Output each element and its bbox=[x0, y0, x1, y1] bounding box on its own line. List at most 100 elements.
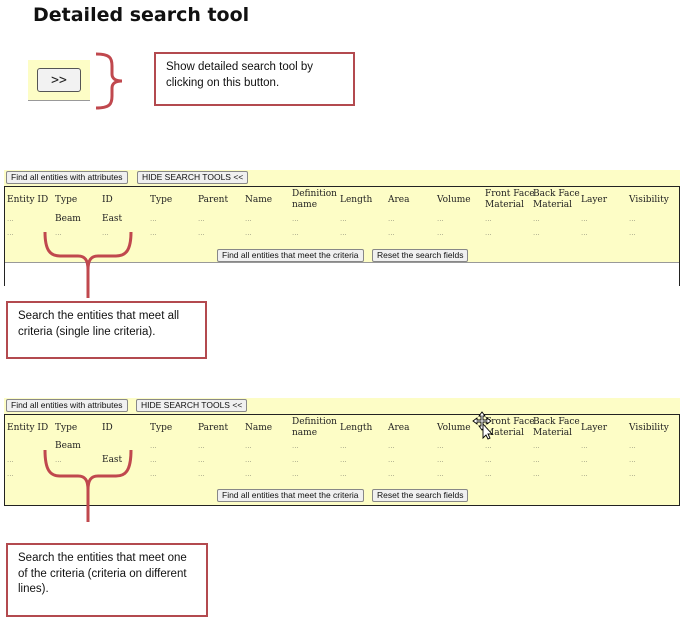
criteria-input-empty[interactable]: ... bbox=[533, 469, 540, 479]
column-header: Volume bbox=[437, 195, 471, 205]
criteria-input-empty[interactable]: ... bbox=[485, 228, 492, 238]
criteria-input-empty[interactable]: ... bbox=[340, 455, 347, 465]
hide-search-tools-button[interactable]: HIDE SEARCH TOOLS << bbox=[137, 171, 249, 184]
criteria-input-empty[interactable]: ... bbox=[150, 455, 157, 465]
criteria-input-empty[interactable]: ... bbox=[292, 214, 299, 224]
criteria-input-empty[interactable]: ... bbox=[245, 441, 252, 451]
criteria-input-empty[interactable]: ... bbox=[581, 469, 588, 479]
show-search-tool-button[interactable]: >> bbox=[37, 68, 81, 92]
column-header: Definition bbox=[292, 417, 337, 427]
criteria-input-empty[interactable]: ... bbox=[629, 469, 636, 479]
criteria-input-empty[interactable]: ... bbox=[150, 469, 157, 479]
find-criteria-button[interactable]: Find all entities that meet the criteria bbox=[217, 489, 364, 502]
criteria-input-value[interactable]: Beam bbox=[55, 214, 81, 224]
criteria-input-empty[interactable]: ... bbox=[292, 469, 299, 479]
move-cursor-icon bbox=[472, 411, 494, 440]
criteria-input-empty[interactable]: ... bbox=[245, 214, 252, 224]
criteria-input-empty[interactable]: ... bbox=[150, 214, 157, 224]
column-header: name bbox=[292, 428, 318, 438]
criteria-input-empty[interactable]: ... bbox=[629, 441, 636, 451]
column-header: Back Face bbox=[533, 417, 580, 427]
column-header: Area bbox=[388, 423, 410, 433]
callout-meet-one: Search the entities that meet one of the… bbox=[6, 543, 208, 617]
criteria-input-empty[interactable]: ... bbox=[7, 455, 14, 465]
criteria-input-empty[interactable]: ... bbox=[340, 469, 347, 479]
column-header: Name bbox=[245, 195, 273, 205]
criteria-input-empty[interactable]: ... bbox=[292, 441, 299, 451]
criteria-input-empty[interactable]: ... bbox=[437, 214, 444, 224]
search-toolbar: Find all entities with attributes HIDE S… bbox=[4, 170, 680, 186]
criteria-input-empty[interactable]: ... bbox=[245, 455, 252, 465]
column-header: Entity ID bbox=[7, 195, 49, 205]
criteria-input-empty[interactable]: ... bbox=[292, 228, 299, 238]
criteria-input-empty[interactable]: ... bbox=[629, 228, 636, 238]
brace-right-icon bbox=[95, 52, 123, 110]
criteria-input-empty[interactable]: ... bbox=[198, 441, 205, 451]
criteria-input-empty[interactable]: ... bbox=[198, 228, 205, 238]
criteria-input-empty[interactable]: ... bbox=[485, 441, 492, 451]
criteria-input-empty[interactable]: ... bbox=[7, 214, 14, 224]
criteria-input-empty[interactable]: ... bbox=[533, 228, 540, 238]
criteria-input-empty[interactable]: ... bbox=[533, 214, 540, 224]
criteria-input-empty[interactable]: ... bbox=[388, 228, 395, 238]
column-header: Material bbox=[485, 200, 524, 210]
criteria-input-empty[interactable]: ... bbox=[388, 214, 395, 224]
criteria-input-empty[interactable]: ... bbox=[7, 469, 14, 479]
callout-meet-all: Search the entities that meet all criter… bbox=[6, 301, 207, 359]
column-header: Entity ID bbox=[7, 423, 49, 433]
criteria-input-empty[interactable]: ... bbox=[150, 441, 157, 451]
criteria-input-empty[interactable]: ... bbox=[150, 228, 157, 238]
criteria-input-empty[interactable]: ... bbox=[629, 214, 636, 224]
criteria-input-empty[interactable]: ... bbox=[485, 455, 492, 465]
criteria-input-empty[interactable]: ... bbox=[7, 228, 14, 238]
callout-show-tool-text: Show detailed search tool by clicking on… bbox=[166, 61, 314, 89]
column-header: Layer bbox=[581, 195, 608, 205]
column-header: ID bbox=[102, 195, 113, 205]
criteria-input-empty[interactable]: ... bbox=[388, 455, 395, 465]
reset-fields-button[interactable]: Reset the search fields bbox=[372, 249, 469, 262]
criteria-input-empty[interactable]: ... bbox=[245, 469, 252, 479]
criteria-input-empty[interactable]: ... bbox=[198, 469, 205, 479]
column-header: Type bbox=[55, 423, 78, 433]
criteria-input-empty[interactable]: ... bbox=[629, 455, 636, 465]
criteria-input-empty[interactable]: ... bbox=[198, 214, 205, 224]
criteria-input-empty[interactable]: ... bbox=[485, 469, 492, 479]
criteria-input-empty[interactable]: ... bbox=[581, 455, 588, 465]
criteria-input-empty[interactable]: ... bbox=[340, 228, 347, 238]
criteria-input-empty[interactable]: ... bbox=[340, 214, 347, 224]
criteria-input-empty[interactable]: ... bbox=[581, 441, 588, 451]
search-toolbar: Find all entities with attributes HIDE S… bbox=[4, 398, 680, 414]
criteria-input-empty[interactable]: ... bbox=[581, 228, 588, 238]
criteria-input-empty[interactable]: ... bbox=[245, 228, 252, 238]
criteria-input-empty[interactable]: ... bbox=[533, 455, 540, 465]
column-header: Type bbox=[150, 423, 173, 433]
column-header: Layer bbox=[581, 423, 608, 433]
column-header: Material bbox=[533, 428, 572, 438]
brace-down-icon bbox=[43, 231, 133, 298]
page-title: Detailed search tool bbox=[33, 4, 250, 26]
criteria-input-empty[interactable]: ... bbox=[581, 214, 588, 224]
criteria-input-empty[interactable]: ... bbox=[198, 455, 205, 465]
hide-search-tools-button[interactable]: HIDE SEARCH TOOLS << bbox=[136, 399, 248, 412]
criteria-input-empty[interactable]: ... bbox=[485, 214, 492, 224]
criteria-input-empty[interactable]: ... bbox=[437, 469, 444, 479]
reset-fields-button[interactable]: Reset the search fields bbox=[372, 489, 469, 502]
criteria-input-empty[interactable]: ... bbox=[388, 441, 395, 451]
find-with-attributes-button[interactable]: Find all entities with attributes bbox=[6, 171, 128, 184]
column-header: Back Face bbox=[533, 189, 580, 199]
find-with-attributes-button[interactable]: Find all entities with attributes bbox=[6, 399, 128, 412]
criteria-input-empty[interactable]: ... bbox=[437, 441, 444, 451]
criteria-input-empty[interactable]: ... bbox=[437, 228, 444, 238]
column-header: Length bbox=[340, 423, 373, 433]
column-header: Area bbox=[388, 195, 410, 205]
find-criteria-button[interactable]: Find all entities that meet the criteria bbox=[217, 249, 364, 262]
criteria-input-empty[interactable]: ... bbox=[388, 469, 395, 479]
criteria-input-value[interactable]: East bbox=[102, 214, 122, 224]
criteria-input-empty[interactable]: ... bbox=[437, 455, 444, 465]
column-header: Visibility bbox=[629, 423, 669, 433]
criteria-input-empty[interactable]: ... bbox=[533, 441, 540, 451]
criteria-input-empty[interactable]: ... bbox=[340, 441, 347, 451]
criteria-input-empty[interactable]: ... bbox=[292, 455, 299, 465]
brace-down-icon bbox=[43, 449, 133, 522]
callout-show-tool: Show detailed search tool by clicking on… bbox=[154, 52, 355, 106]
